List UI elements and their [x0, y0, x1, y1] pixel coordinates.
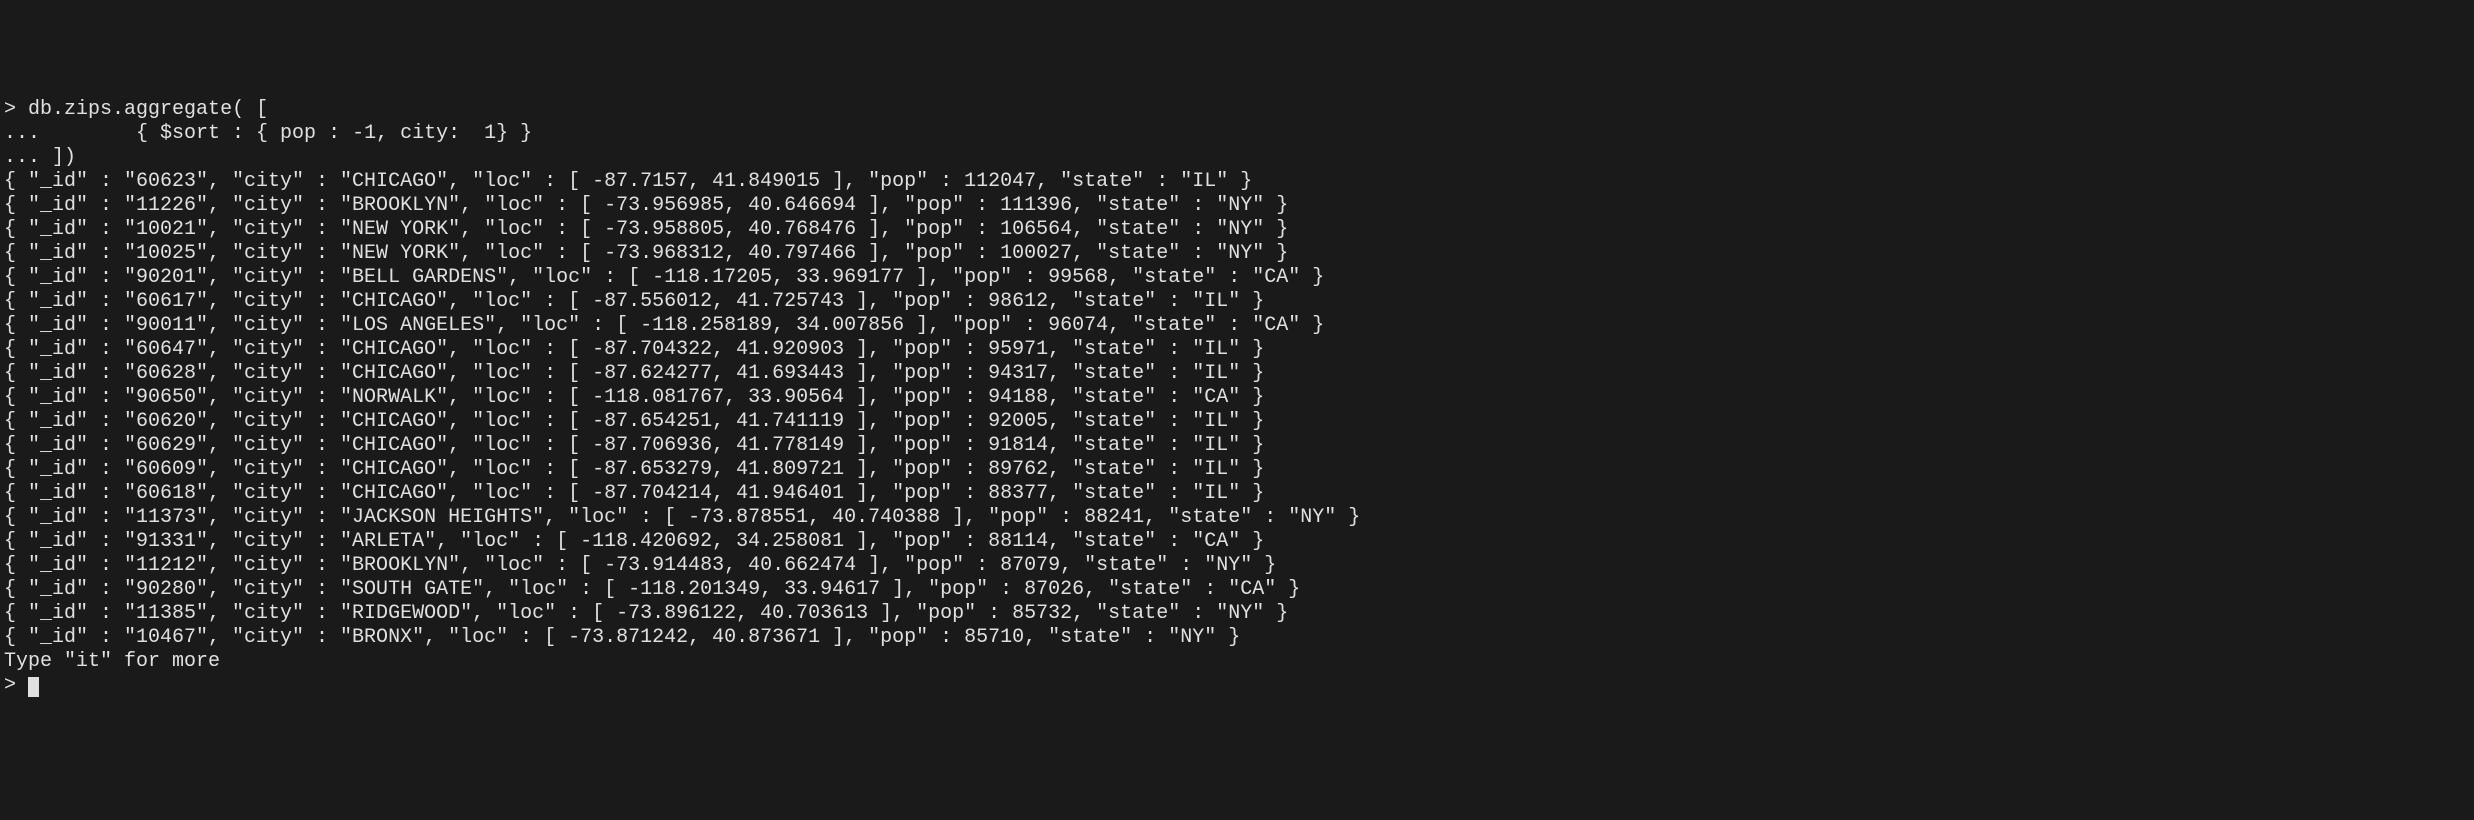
result-row: { "_id" : "11373", "city" : "JACKSON HEI…	[4, 506, 2470, 530]
result-row: { "_id" : "60609", "city" : "CHICAGO", "…	[4, 458, 2470, 482]
result-row: { "_id" : "60618", "city" : "CHICAGO", "…	[4, 482, 2470, 506]
result-row: { "_id" : "60629", "city" : "CHICAGO", "…	[4, 434, 2470, 458]
command-text: { $sort : { pop : -1, city: 1} }	[40, 122, 532, 145]
prompt: >	[4, 674, 16, 697]
terminal-output[interactable]: > db.zips.aggregate( [... { $sort : { po…	[4, 98, 2470, 698]
result-row: { "_id" : "60647", "city" : "CHICAGO", "…	[4, 338, 2470, 362]
prompt: >	[4, 98, 16, 121]
cursor-icon	[28, 677, 39, 697]
command-line-3: ... ])	[4, 146, 2470, 170]
result-row: { "_id" : "10467", "city" : "BRONX", "lo…	[4, 626, 2470, 650]
command-text: db.zips.aggregate( [	[28, 98, 268, 121]
result-row: { "_id" : "90011", "city" : "LOS ANGELES…	[4, 314, 2470, 338]
result-row: { "_id" : "90650", "city" : "NORWALK", "…	[4, 386, 2470, 410]
prompt-line[interactable]: >	[4, 674, 2470, 698]
result-row: { "_id" : "90201", "city" : "BELL GARDEN…	[4, 266, 2470, 290]
result-row: { "_id" : "60628", "city" : "CHICAGO", "…	[4, 362, 2470, 386]
result-row: { "_id" : "11212", "city" : "BROOKLYN", …	[4, 554, 2470, 578]
result-row: { "_id" : "60620", "city" : "CHICAGO", "…	[4, 410, 2470, 434]
command-line-2: ... { $sort : { pop : -1, city: 1} }	[4, 122, 2470, 146]
result-row: { "_id" : "60623", "city" : "CHICAGO", "…	[4, 170, 2470, 194]
result-row: { "_id" : "60617", "city" : "CHICAGO", "…	[4, 290, 2470, 314]
command-text: ... ])	[4, 146, 76, 169]
result-row: { "_id" : "11385", "city" : "RIDGEWOOD",…	[4, 602, 2470, 626]
continuation-prompt: ...	[4, 122, 40, 145]
result-row: { "_id" : "11226", "city" : "BROOKLYN", …	[4, 194, 2470, 218]
result-row: { "_id" : "10021", "city" : "NEW YORK", …	[4, 218, 2470, 242]
result-row: { "_id" : "90280", "city" : "SOUTH GATE"…	[4, 578, 2470, 602]
result-row: { "_id" : "91331", "city" : "ARLETA", "l…	[4, 530, 2470, 554]
pagination-hint: Type "it" for more	[4, 650, 2470, 674]
command-line-1: > db.zips.aggregate( [	[4, 98, 2470, 122]
result-row: { "_id" : "10025", "city" : "NEW YORK", …	[4, 242, 2470, 266]
